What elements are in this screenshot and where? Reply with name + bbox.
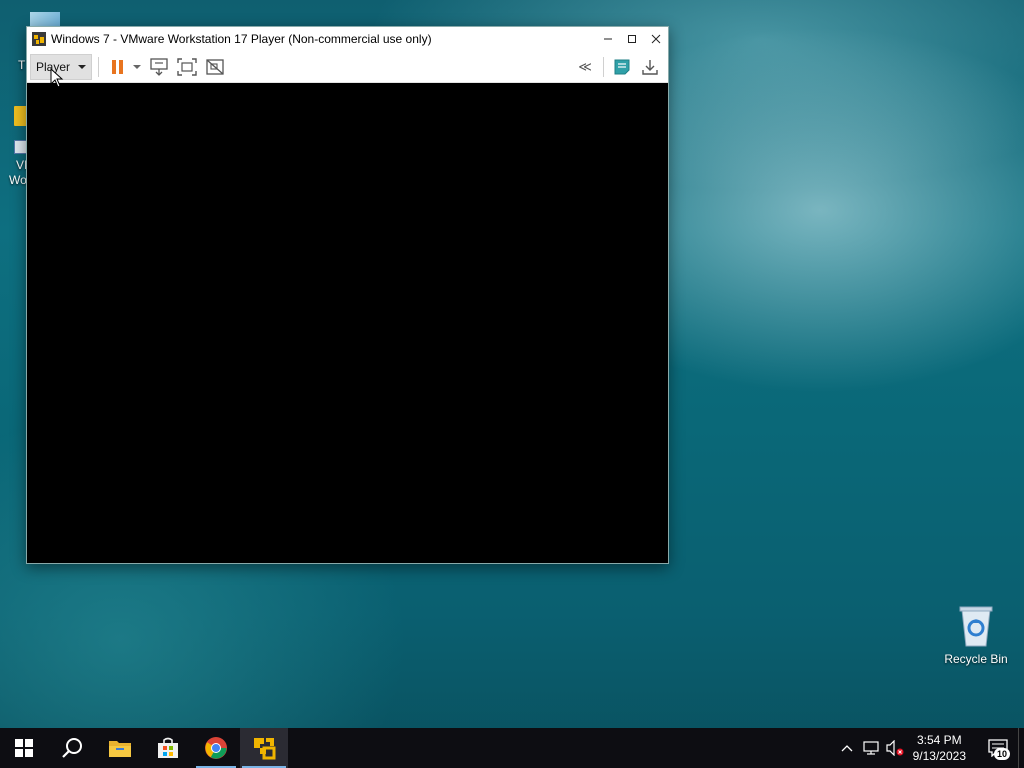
software-update-icon — [642, 59, 658, 75]
unity-button[interactable] — [201, 54, 229, 80]
recycle-bin-icon — [958, 604, 994, 648]
action-center-button[interactable]: 10 — [978, 728, 1018, 768]
title-bar[interactable]: Windows 7 - VMware Workstation 17 Player… — [27, 27, 668, 51]
taskbar-file-explorer[interactable] — [96, 728, 144, 768]
show-hidden-icons-button[interactable] — [835, 728, 859, 768]
message-log-button[interactable] — [608, 54, 636, 80]
recycle-bin[interactable]: Recycle Bin — [940, 600, 1012, 666]
close-icon — [651, 34, 661, 44]
unity-icon — [206, 58, 224, 75]
taskbar-chrome[interactable] — [192, 728, 240, 768]
maximize-button[interactable] — [620, 27, 644, 51]
clock[interactable]: 3:54 PM 9/13/2023 — [907, 732, 978, 764]
pause-button[interactable] — [107, 54, 129, 80]
power-dropdown-button[interactable] — [129, 54, 145, 80]
vm-display[interactable] — [27, 83, 668, 563]
taskbar-vmware-player[interactable] — [240, 728, 288, 768]
fullscreen-icon — [177, 57, 197, 76]
mouse-cursor-icon — [50, 68, 64, 88]
minimize-button[interactable] — [596, 27, 620, 51]
network-icon — [863, 741, 879, 755]
toolbar-separator — [98, 56, 100, 77]
volume-button[interactable] — [883, 728, 907, 768]
start-button[interactable] — [0, 728, 48, 768]
start-icon — [15, 739, 33, 757]
notification-count-badge: 10 — [993, 748, 1010, 760]
chevron-down-icon — [133, 64, 142, 69]
volume-muted-icon — [886, 740, 904, 756]
network-button[interactable] — [859, 728, 883, 768]
send-ctrl-alt-del-icon — [150, 57, 168, 76]
minimize-icon — [604, 38, 612, 40]
system-tray: 3:54 PM 9/13/2023 10 — [835, 728, 1024, 768]
chevron-up-icon — [841, 745, 853, 752]
vmware-player-icon — [254, 738, 276, 760]
window-title: Windows 7 - VMware Workstation 17 Player… — [51, 32, 432, 46]
maximize-icon — [628, 35, 636, 43]
close-button[interactable] — [644, 27, 668, 51]
message-log-icon — [614, 59, 630, 74]
collapse-toolbar-button[interactable]: ≪ — [571, 54, 599, 80]
recycle-bin-label: Recycle Bin — [944, 652, 1008, 666]
file-explorer-icon — [109, 741, 131, 757]
show-desktop-button[interactable] — [1018, 728, 1024, 768]
clock-date: 9/13/2023 — [912, 749, 966, 763]
send-ctrl-alt-del-button[interactable] — [145, 54, 173, 80]
desktop-icon-fragment-t[interactable]: T — [18, 58, 25, 72]
microsoft-store-icon — [158, 737, 178, 758]
clock-time: 3:54 PM — [916, 733, 962, 747]
pause-icon — [112, 59, 124, 74]
fullscreen-button[interactable] — [173, 54, 201, 80]
desktop-icon-fragment-wo[interactable]: Wo — [9, 173, 27, 187]
chrome-icon — [205, 737, 227, 759]
toolbar-separator — [603, 56, 604, 77]
taskbar-microsoft-store[interactable] — [144, 728, 192, 768]
taskbar: 3:54 PM 9/13/2023 10 — [0, 728, 1024, 768]
collapse-toolbar-icon: ≪ — [578, 58, 592, 74]
search-icon — [62, 738, 82, 758]
toolbar: Player ≪ — [27, 51, 668, 83]
chevron-down-icon — [78, 64, 87, 69]
software-update-button[interactable] — [636, 54, 664, 80]
search-button[interactable] — [48, 728, 96, 768]
vmware-player-window: Windows 7 - VMware Workstation 17 Player… — [26, 26, 669, 564]
vmware-app-icon — [31, 31, 47, 47]
